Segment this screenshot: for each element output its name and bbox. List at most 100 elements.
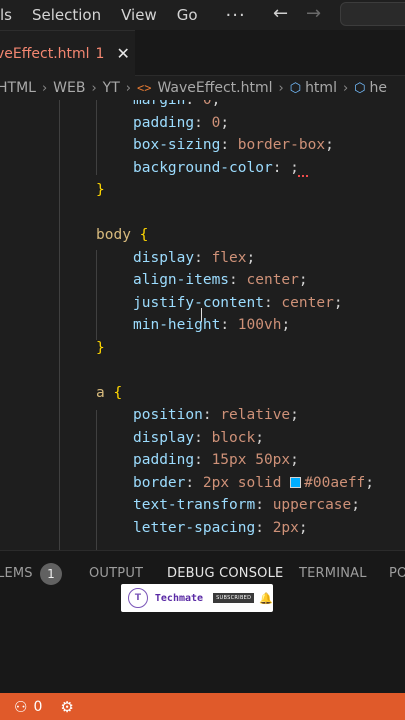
- code-line: }: [96, 337, 105, 360]
- code-line: min-height: 100vh;: [133, 314, 290, 337]
- code-line: border: 2px solid #00aeff;: [133, 472, 374, 495]
- channel-logo-icon: T: [128, 588, 148, 608]
- bell-icon: 🔔: [259, 591, 273, 605]
- arrow-right-icon[interactable]: →: [306, 3, 321, 24]
- css-selector: a: [96, 384, 105, 401]
- code-semicolon: ;: [290, 452, 299, 468]
- code-line: box-sizing: border-box;: [133, 134, 334, 157]
- tab-debug-console[interactable]: DEBUG CONSOLE: [167, 566, 283, 581]
- code-colon: :: [185, 474, 203, 491]
- menu-file-partial[interactable]: ls: [0, 6, 12, 24]
- more-menu-button[interactable]: ···: [226, 5, 246, 26]
- css-value: 100vh: [237, 317, 282, 333]
- indent-guide: [96, 250, 97, 340]
- code-line: justify-content: center;: [133, 292, 343, 315]
- code-semicolon: ;: [255, 429, 264, 446]
- code-semicolon: ;: [325, 137, 334, 153]
- tab-label: veEffect.html: [0, 45, 90, 62]
- code-line: text-transform: uppercase;: [133, 494, 360, 517]
- problems-count-badge: 1: [40, 563, 62, 585]
- code-colon: :: [263, 294, 282, 311]
- close-icon[interactable]: ✕: [116, 44, 129, 63]
- command-center-search[interactable]: [340, 2, 405, 26]
- code-colon: :: [255, 519, 273, 536]
- code-colon: :: [220, 317, 238, 333]
- code-colon: :: [194, 249, 212, 266]
- css-property: padding: [133, 452, 195, 468]
- channel-name: Techmate: [154, 592, 204, 604]
- indent-guide: [96, 100, 97, 175]
- code-colon: :: [255, 497, 273, 513]
- symbol-cube-icon: ⬡: [354, 80, 366, 96]
- menu-view[interactable]: View: [121, 6, 157, 24]
- css-value: 0: [211, 114, 221, 131]
- debug-icon[interactable]: ⚙: [60, 698, 73, 716]
- css-property: text-transform: [133, 497, 256, 513]
- css-property: justify-content: [133, 294, 264, 311]
- code-semicolon: ;: [220, 114, 230, 131]
- css-value: uppercase: [272, 497, 352, 513]
- tab-terminal[interactable]: TERMINAL: [299, 566, 367, 581]
- breadcrumb-web[interactable]: WEB: [53, 80, 85, 96]
- arrow-left-icon[interactable]: ←: [273, 3, 288, 24]
- code-line: display: flex;: [133, 247, 255, 270]
- code-colon: :: [202, 407, 221, 423]
- color-swatch[interactable]: [290, 476, 302, 488]
- breadcrumb-yt[interactable]: YT: [103, 80, 120, 96]
- tab-ports-partial[interactable]: PO: [389, 566, 405, 581]
- menu-selection[interactable]: Selection: [32, 6, 101, 24]
- code-semicolon: ;: [211, 100, 221, 108]
- problem-count-badge: 1: [95, 45, 105, 62]
- css-property: display: [133, 249, 195, 266]
- code-line: }: [96, 179, 105, 202]
- css-value: #00aeff: [304, 474, 366, 491]
- code-line: a {: [96, 382, 122, 405]
- ports-count[interactable]: 0: [33, 699, 42, 715]
- css-property: display: [133, 429, 195, 446]
- code-line: position: relative;: [133, 404, 299, 427]
- chevron-right-icon: ›: [125, 80, 131, 96]
- css-value: 0: [202, 100, 212, 108]
- breadcrumb-head-partial[interactable]: he: [370, 80, 388, 96]
- css-property: align-items: [133, 272, 230, 288]
- status-bar: ⚇ 0 ⚙: [0, 693, 405, 720]
- code-colon: :: [194, 452, 212, 468]
- breadcrumb-html[interactable]: HTML: [0, 80, 36, 96]
- css-property: letter-spacing: [133, 519, 256, 536]
- code-line: padding: 0;: [133, 112, 229, 135]
- tab-waveeffect-html[interactable]: veEffect.html 1 ✕: [0, 30, 135, 76]
- tab-problems[interactable]: LEMS: [0, 566, 33, 581]
- css-selector: body: [96, 227, 131, 243]
- breadcrumb: HTML › WEB › YT › <> WaveEffect.html › ⬡…: [0, 76, 405, 100]
- breadcrumb-html-element[interactable]: html: [305, 80, 337, 96]
- css-property: border: [133, 474, 186, 491]
- chevron-right-icon: ›: [41, 80, 48, 96]
- broadcast-icon[interactable]: ⚇: [14, 698, 27, 716]
- css-value: relative: [220, 407, 291, 423]
- code-semicolon: ;: [365, 474, 375, 491]
- breadcrumb-file[interactable]: WaveEffect.html: [157, 80, 272, 96]
- code-brace: {: [139, 227, 149, 243]
- code-semicolon: ;: [351, 497, 360, 513]
- code-line: margin: 0;: [133, 100, 220, 112]
- chevron-right-icon: ›: [342, 80, 349, 96]
- code-brace: }: [96, 339, 105, 356]
- code-line: align-items: center;: [133, 269, 308, 292]
- code-editor[interactable]: margin: 0; padding: 0; box-sizing: border-…: [0, 100, 405, 550]
- menu-bar: ls Selection View Go ··· ← →: [0, 0, 405, 30]
- code-colon: :: [194, 114, 212, 131]
- symbol-cube-icon: ⬡: [289, 80, 302, 96]
- tab-output[interactable]: OUTPUT: [89, 566, 143, 581]
- bottom-panel: LEMS 1 OUTPUT DEBUG CONSOLE TERMINAL PO: [0, 550, 405, 693]
- code-line: padding: 15px 50px;: [133, 449, 299, 472]
- css-property: min-height: [133, 317, 221, 333]
- css-value: flex: [211, 249, 247, 266]
- code-line: display: block;: [133, 427, 264, 450]
- code-semicolon: ;: [333, 294, 343, 311]
- code-semicolon: ;: [298, 519, 308, 536]
- menu-go[interactable]: Go: [177, 6, 198, 24]
- indent-guide: [96, 410, 97, 550]
- css-property: margin: [133, 100, 186, 108]
- css-value: 2px: [272, 519, 299, 536]
